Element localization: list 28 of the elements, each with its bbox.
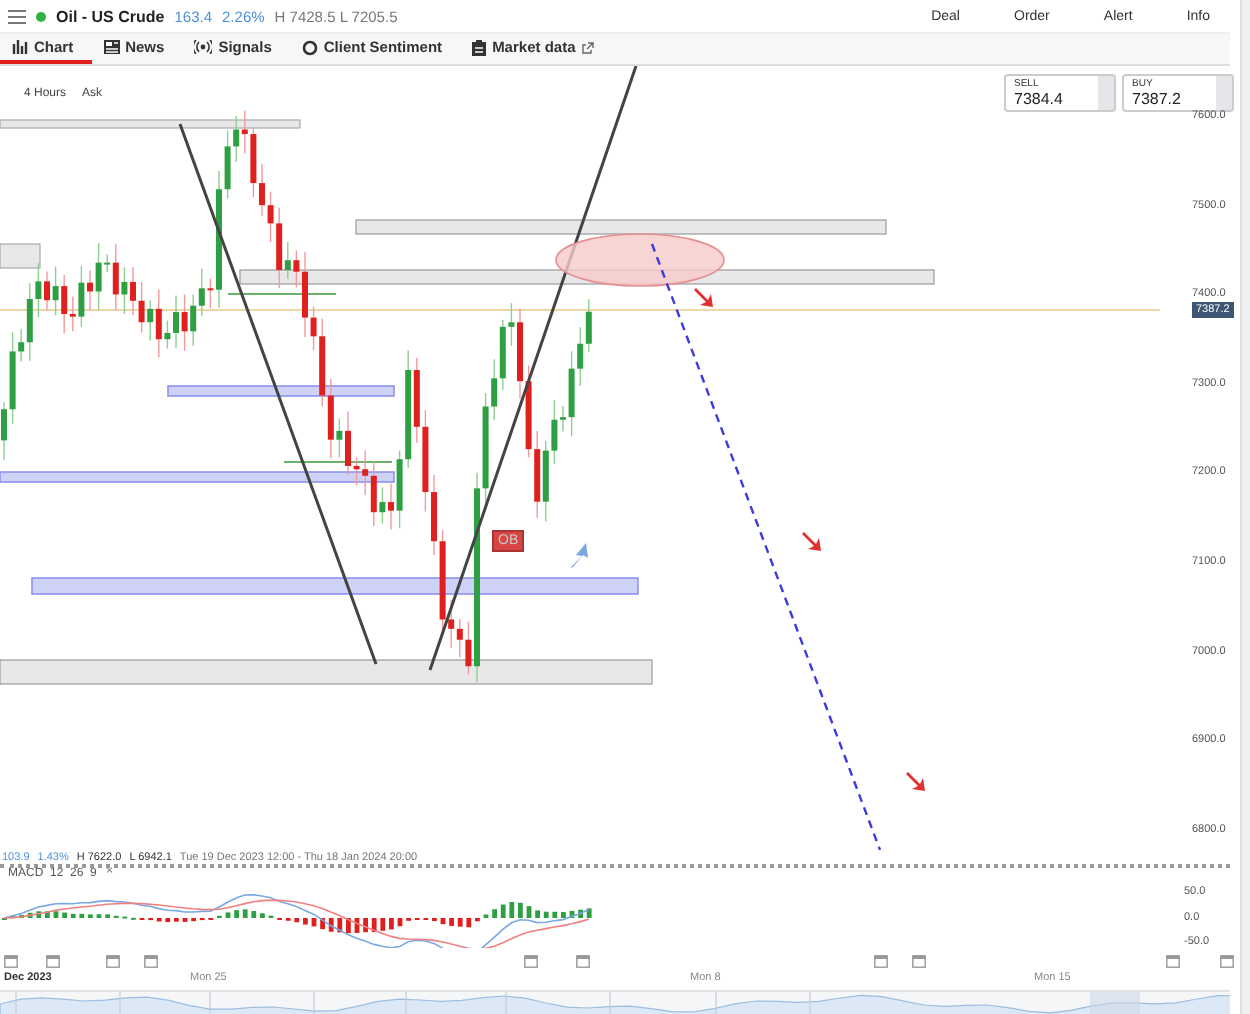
circle-icon: [301, 39, 318, 55]
calendar-icon[interactable]: [524, 954, 538, 968]
calendar-icon[interactable]: [1220, 954, 1234, 968]
arrow-icon: [802, 532, 821, 551]
calendar-icon[interactable]: [106, 954, 120, 968]
instrument-name: Oil - US Crude: [56, 7, 165, 25]
calendar-icon[interactable]: [912, 954, 926, 968]
level-line: [283, 461, 393, 463]
arrow-icon: [906, 772, 925, 791]
navigator-drawing[interactable]: [0, 992, 1230, 1014]
status-dot: [36, 11, 46, 21]
calendar-icon[interactable]: [576, 954, 590, 968]
bar-chart-icon: [12, 40, 28, 54]
arrow-icon: [694, 288, 713, 307]
calendar-icon[interactable]: [46, 954, 60, 968]
newspaper-icon: [103, 40, 120, 54]
zone-band: [0, 243, 41, 269]
scrollbar[interactable]: [1240, 0, 1250, 1014]
calendar-icon[interactable]: [4, 954, 18, 968]
arrow-icon: [570, 543, 588, 568]
signal-icon: [194, 40, 213, 54]
calendar-icon[interactable]: [874, 954, 888, 968]
clipboard-icon: [472, 39, 487, 55]
external-link-icon: [581, 41, 594, 53]
calendar-icon[interactable]: [144, 954, 158, 968]
level-line: [227, 293, 337, 295]
calendar-icon[interactable]: [1166, 954, 1180, 968]
menu-icon[interactable]: [8, 9, 26, 23]
